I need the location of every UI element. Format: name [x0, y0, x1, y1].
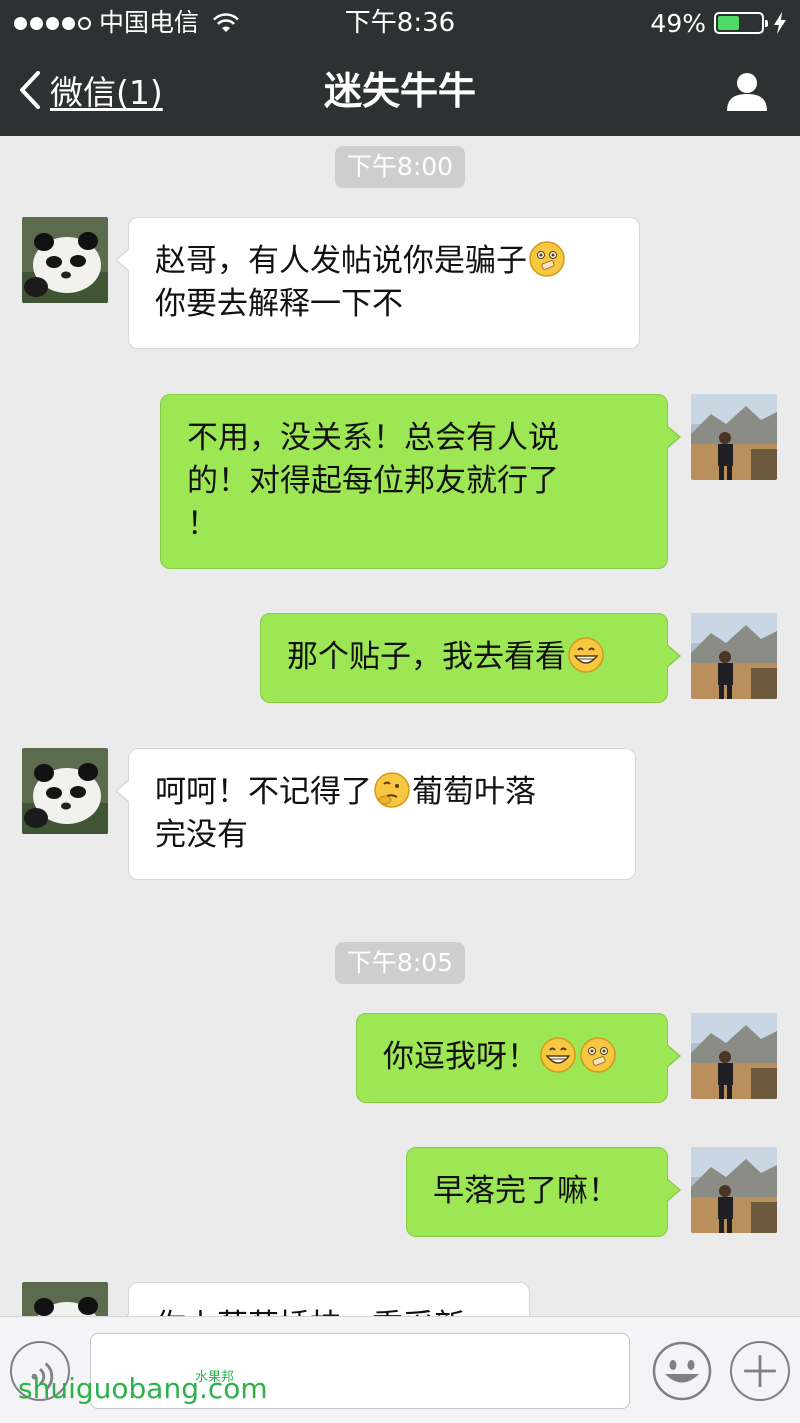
message-bubble-incoming[interactable]: 赵哥，有人发帖说你是骗子 你要去解释一下不 [115, 217, 640, 349]
message-text: 完没有 [155, 817, 248, 853]
chat-area[interactable]: 下午8:00 赵哥，有人发帖说你是骗子 你要去解释一下不 不用，没关系！总会有人… [0, 136, 800, 1316]
watermark-small: 水果邦 [195, 1370, 235, 1385]
message-text: 葡萄叶落 [412, 774, 536, 810]
chat-title: 迷失牛牛 [323, 69, 476, 113]
avatar-panda[interactable] [22, 217, 108, 303]
message-text: 你逗我呀！ [383, 1039, 538, 1075]
message-bubble-outgoing[interactable]: 你逗我呀！ [356, 1013, 681, 1103]
message-text: 你上葡萄插枝，重采新 [155, 1308, 465, 1316]
avatar-self[interactable] [691, 613, 777, 699]
battery-icon [714, 12, 768, 34]
avatar-self[interactable] [691, 1013, 777, 1099]
message-bubble-outgoing[interactable]: 早落完了嘛！ [406, 1147, 681, 1237]
message-text: 不用，没关系！总会有人说 [187, 420, 559, 456]
grinning-face-icon [568, 637, 604, 673]
message-bubble-outgoing[interactable]: 不用，没关系！总会有人说 的！对得起每位邦友就行了 ！ [160, 394, 681, 569]
avatar-self[interactable] [691, 1147, 777, 1233]
battery-percent: 49% [650, 8, 706, 38]
bolt-icon [774, 12, 786, 34]
message-text: ！ [187, 506, 218, 542]
timestamp: 下午8:00 [0, 146, 800, 188]
message-text: 的！对得起每位邦友就行了 [187, 463, 559, 499]
input-bar [0, 1316, 800, 1423]
avatar-panda[interactable] [22, 748, 108, 834]
status-bar: 中国电信 下午8:36 49% [0, 0, 800, 46]
timestamp-label: 下午8:00 [334, 146, 466, 188]
shushing-face-icon [529, 241, 565, 277]
message-bubble-incoming[interactable]: 呵呵！不记得了 葡萄叶落 完没有 [115, 748, 636, 880]
message-bubble-outgoing[interactable]: 那个贴子，我去看看 [260, 613, 681, 703]
message-text: 那个贴子，我去看看 [287, 639, 566, 675]
timestamp-label: 下午8:05 [334, 942, 466, 984]
wechat-chat-screen: 中国电信 下午8:36 49% 微信(1) 迷失牛牛 下午8:00 赵哥，有人发… [0, 0, 800, 1423]
nav-bar: 微信(1) 迷失牛牛 [0, 46, 800, 136]
plus-icon[interactable] [730, 1341, 790, 1401]
message-bubble-incoming[interactable]: 你上葡萄插枝，重采新 [115, 1282, 530, 1316]
message-text: 赵哥，有人发帖说你是骗子 [155, 243, 527, 279]
timestamp: 下午8:05 [0, 942, 800, 984]
avatar-self[interactable] [691, 394, 777, 480]
message-text: 你要去解释一下不 [155, 286, 403, 322]
watermark: shuiguobang.com 水果邦 [18, 1370, 268, 1405]
shushing-face-icon [580, 1037, 616, 1073]
avatar-panda[interactable] [22, 1282, 108, 1316]
smiley-icon[interactable] [652, 1341, 712, 1401]
status-right: 49% [650, 7, 786, 39]
message-text: 早落完了嘛！ [433, 1173, 619, 1209]
grinning-face-icon [540, 1037, 576, 1073]
battery-fill [718, 16, 739, 30]
person-icon[interactable] [726, 70, 768, 112]
thinking-face-icon [374, 772, 410, 808]
message-text: 呵呵！不记得了 [155, 774, 372, 810]
